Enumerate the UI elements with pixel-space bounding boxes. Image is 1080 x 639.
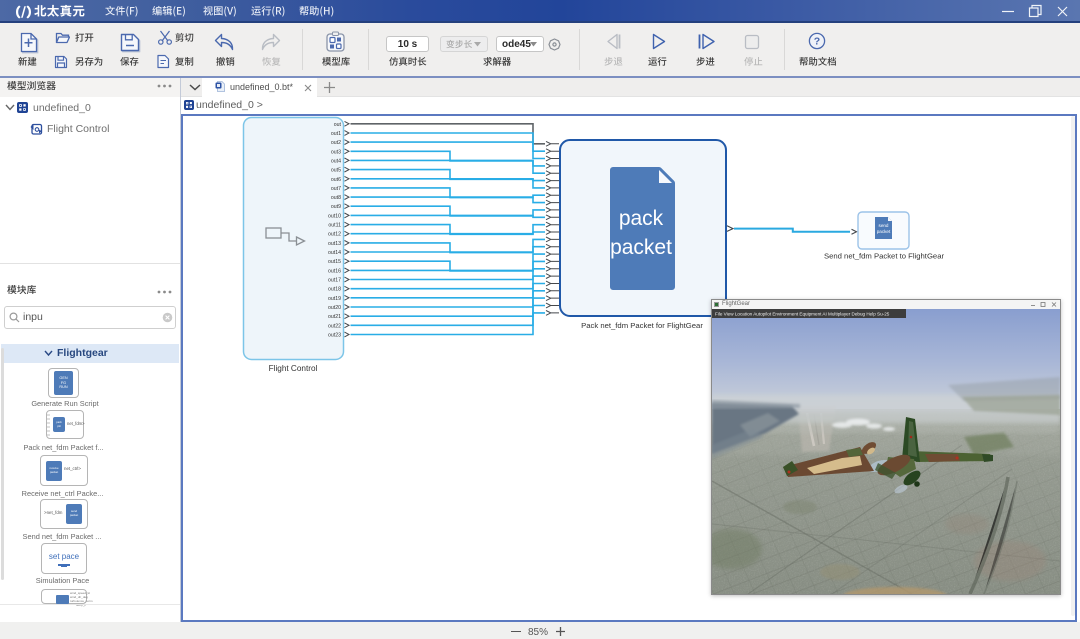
svg-text:out13: out13	[328, 241, 341, 247]
svg-text:out10: out10	[328, 213, 341, 219]
svg-text:out17: out17	[328, 278, 341, 284]
svg-text:out15: out15	[328, 259, 341, 265]
svg-text:out20: out20	[328, 305, 341, 311]
svg-text:out11: out11	[328, 223, 341, 229]
svg-text:out8: out8	[331, 195, 341, 201]
svg-text:pack: pack	[619, 207, 664, 230]
svg-text:send: send	[879, 223, 889, 228]
svg-text:out7: out7	[331, 186, 341, 192]
svg-text:packet: packet	[877, 229, 891, 234]
svg-text:out14: out14	[328, 250, 341, 256]
svg-text:out23: out23	[328, 333, 341, 339]
svg-text:File View Location Autopilo: File View Location Autopilot Environment…	[715, 312, 890, 317]
svg-text:?: ?	[814, 36, 820, 48]
svg-text:out12: out12	[328, 232, 341, 238]
svg-text:Send net_fdm Packet to FlightG: Send net_fdm Packet to FlightGear	[824, 252, 945, 261]
svg-text:out1: out1	[331, 131, 341, 137]
svg-text:out22: out22	[328, 323, 341, 329]
svg-text:out4: out4	[331, 158, 341, 164]
svg-text:out21: out21	[328, 314, 341, 320]
svg-text:out5: out5	[331, 168, 341, 174]
svg-text:out9: out9	[331, 204, 341, 210]
svg-text:packet: packet	[610, 236, 672, 259]
svg-text:out: out	[334, 122, 342, 128]
svg-text:out18: out18	[328, 287, 341, 293]
svg-text:Pack net_fdm Packet for Flight: Pack net_fdm Packet for FlightGear	[581, 321, 703, 330]
svg-text:out2: out2	[331, 140, 341, 146]
svg-text:out6: out6	[331, 177, 341, 183]
svg-text:Flight Control: Flight Control	[269, 364, 318, 373]
svg-text:out3: out3	[331, 149, 341, 155]
svg-text:out16: out16	[328, 268, 341, 274]
svg-text:out19: out19	[328, 296, 341, 302]
